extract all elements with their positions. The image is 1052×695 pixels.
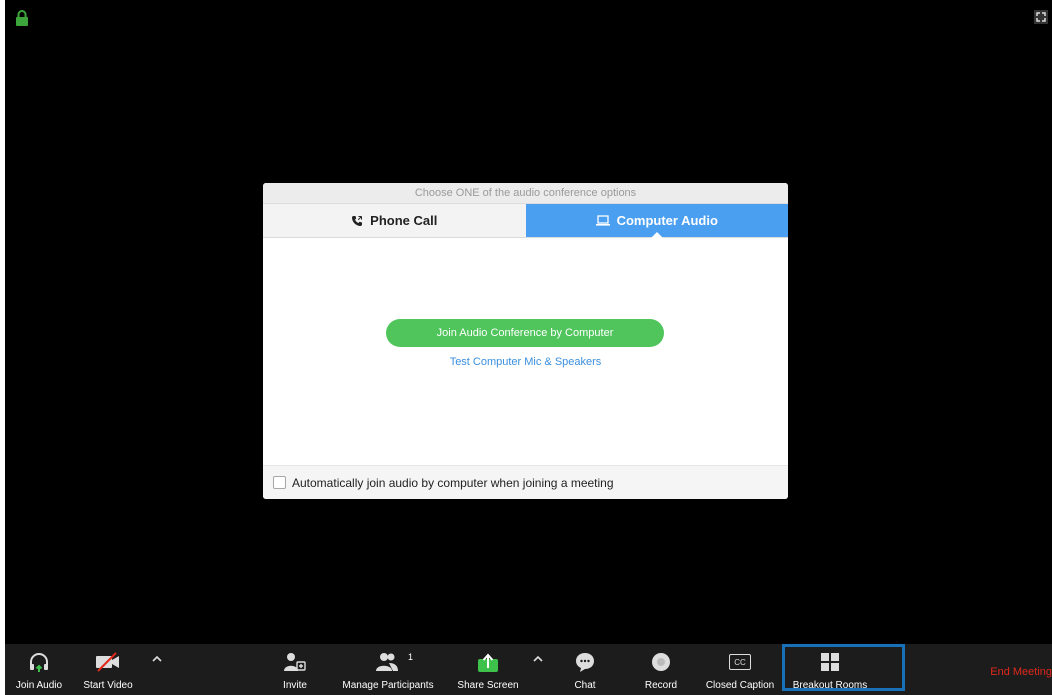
record-icon: [652, 653, 670, 671]
breakout-rooms-highlight-box: [782, 644, 905, 691]
invite-person-icon: [284, 653, 306, 671]
record-label: Record: [644, 680, 678, 691]
phone-icon: [352, 215, 363, 226]
dialog-title: Choose ONE of the audio conference optio…: [263, 183, 788, 204]
participants-icon: [376, 653, 398, 671]
start-video-label: Start Video: [83, 680, 133, 691]
laptop-icon: [595, 215, 610, 226]
end-meeting-button[interactable]: End Meeting: [990, 666, 1052, 678]
test-mic-speakers-link[interactable]: Test Computer Mic & Speakers: [263, 356, 788, 368]
lock-icon[interactable]: [15, 10, 29, 26]
audio-tabs: Phone Call Computer Audio: [263, 204, 788, 238]
auto-join-label: Automatically join audio by computer whe…: [292, 475, 614, 490]
tab-computer-audio-label: Computer Audio: [616, 213, 718, 228]
headphones-icon: [30, 653, 48, 672]
tab-phone-call[interactable]: Phone Call: [263, 204, 526, 237]
closed-caption-label: Closed Caption: [705, 680, 775, 691]
audio-options-dialog: Choose ONE of the audio conference optio…: [263, 183, 788, 499]
manage-participants-label: Manage Participants: [342, 680, 434, 691]
dialog-footer: Automatically join audio by computer whe…: [263, 465, 788, 499]
join-audio-label: Join Audio: [15, 680, 63, 691]
join-audio-button[interactable]: Join Audio: [10, 644, 68, 695]
manage-participants-button[interactable]: Manage Participants: [335, 644, 441, 695]
video-off-icon: [96, 652, 119, 672]
auto-join-checkbox[interactable]: [273, 476, 286, 489]
fullscreen-icon[interactable]: [1034, 10, 1048, 24]
participant-count-badge: 1: [408, 652, 414, 662]
record-button[interactable]: Record: [640, 644, 682, 695]
chat-label: Chat: [574, 680, 596, 691]
tab-phone-call-label: Phone Call: [370, 213, 438, 228]
meeting-window: Choose ONE of the audio conference optio…: [5, 0, 1052, 695]
cc-icon-text: CC: [734, 657, 746, 667]
invite-button[interactable]: Invite: [275, 644, 315, 695]
share-screen-icon: [478, 653, 498, 672]
video-options-caret-icon[interactable]: [151, 654, 163, 664]
share-screen-label: Share Screen: [457, 680, 519, 691]
chat-button[interactable]: Chat: [565, 644, 605, 695]
share-screen-button[interactable]: Share Screen: [453, 644, 523, 695]
start-video-button[interactable]: Start Video: [77, 644, 139, 695]
join-audio-by-computer-button[interactable]: Join Audio Conference by Computer: [386, 319, 664, 347]
chat-bubble-icon: [576, 653, 594, 672]
closed-caption-button[interactable]: CC Closed Caption: [702, 644, 778, 695]
tab-computer-audio[interactable]: Computer Audio: [525, 204, 788, 238]
share-options-caret-icon[interactable]: [532, 654, 544, 664]
closed-caption-icon: CC: [729, 654, 751, 670]
invite-label: Invite: [283, 680, 307, 691]
